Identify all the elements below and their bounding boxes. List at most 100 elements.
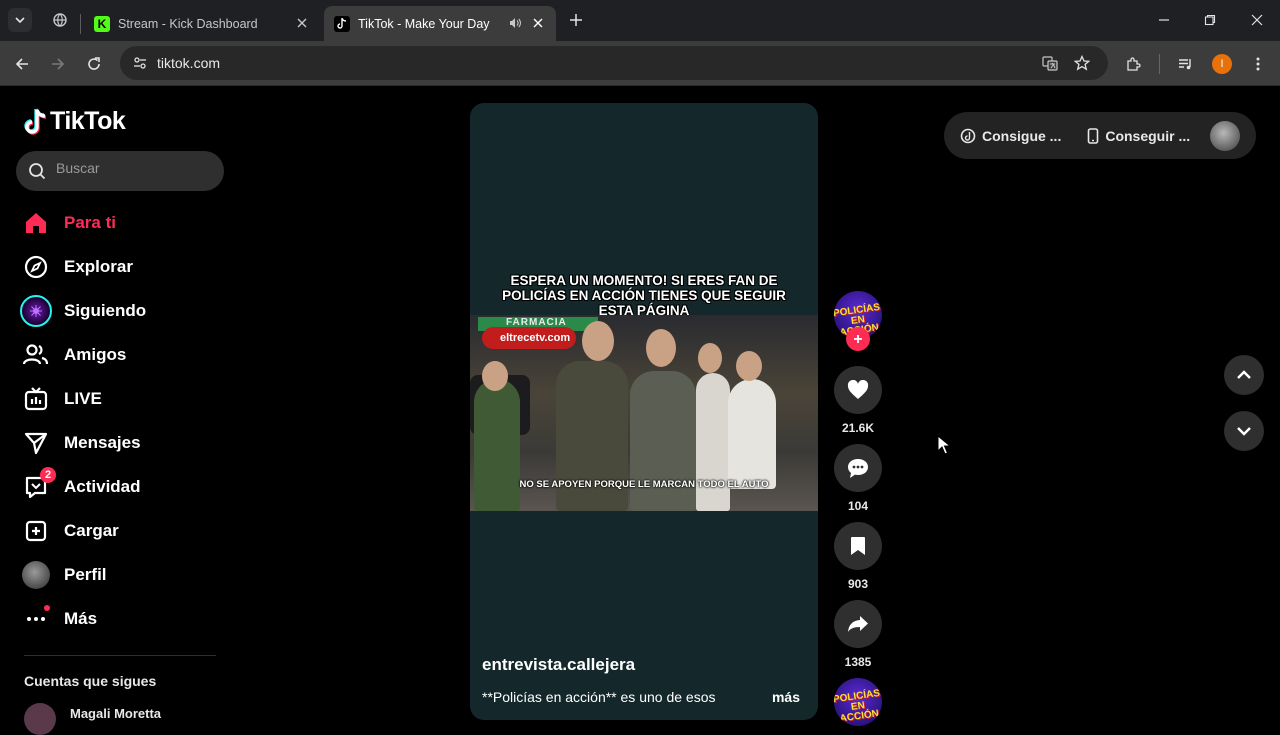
address-bar[interactable]: tiktok.com — [120, 46, 1108, 80]
sidebar-divider — [24, 655, 216, 656]
tiktok-note-icon — [24, 107, 47, 135]
activity-icon: 2 — [20, 467, 56, 503]
nav-mas[interactable]: Más — [20, 601, 220, 637]
live-icon — [20, 383, 52, 415]
nav-mensajes[interactable]: Mensajes — [20, 425, 220, 461]
bookmark-star-icon[interactable] — [1070, 51, 1094, 75]
forward-button[interactable] — [46, 52, 70, 76]
get-coins-button[interactable]: Consigue ... — [960, 128, 1061, 144]
following-accounts-title: Cuentas que sigues — [24, 673, 157, 689]
share-button[interactable] — [834, 600, 882, 648]
speaker-icon[interactable] — [508, 16, 522, 33]
minimize-icon — [1159, 19, 1169, 21]
media-queue-icon — [1179, 59, 1191, 70]
video-subtitle: NO SE APOYEN PORQUE LE MARCAN TODO EL AU… — [519, 479, 769, 490]
more-icon — [20, 603, 52, 635]
notification-dot — [44, 605, 50, 611]
back-button[interactable] — [10, 52, 34, 76]
nav-perfil[interactable]: Perfil — [20, 557, 220, 593]
search-icon — [29, 163, 46, 180]
comment-button[interactable] — [834, 444, 882, 492]
reload-button[interactable] — [82, 52, 106, 76]
search-input[interactable] — [56, 160, 206, 176]
sound-disc-avatar[interactable]: POLICÍAS EN ACCIÓN — [834, 678, 882, 726]
kick-icon: K — [94, 15, 110, 32]
comment-count: 104 — [847, 499, 869, 513]
share-count: 1385 — [844, 655, 872, 669]
nav-live[interactable]: LIVE — [20, 381, 220, 417]
tab-title: TikTok - Make Your Day — [358, 16, 490, 31]
logo-wordmark: TikTok — [50, 107, 126, 135]
avatar — [24, 703, 56, 735]
nav-label: Explorar — [64, 257, 133, 276]
search-box[interactable] — [16, 151, 224, 191]
kebab-menu-icon — [1256, 57, 1260, 71]
browser-tab-bar: K Stream - Kick Dashboard TikTok - Make … — [0, 0, 1280, 41]
person-shape — [696, 373, 730, 511]
chevron-down-icon — [15, 17, 25, 24]
upload-icon — [20, 515, 52, 547]
site-info-icon[interactable] — [128, 51, 152, 75]
profile-avatar-icon — [20, 559, 52, 591]
nav-label: LIVE — [64, 389, 102, 408]
tab-search-button[interactable] — [8, 8, 32, 32]
close-tab-icon[interactable] — [530, 15, 546, 31]
tab-group-icon[interactable] — [48, 8, 72, 32]
translate-icon[interactable] — [1038, 51, 1062, 75]
nav-para-ti[interactable]: Para ti — [20, 205, 220, 241]
browser-toolbar: tiktok.com I — [0, 41, 1280, 86]
get-app-label: Conseguir ... — [1105, 127, 1191, 144]
nav-actividad[interactable]: 2 Actividad — [20, 467, 220, 505]
save-button[interactable] — [834, 522, 882, 570]
menu-button[interactable] — [1246, 52, 1270, 76]
nav-label: Para ti — [64, 213, 116, 232]
tiktok-logo[interactable]: TikTok — [24, 107, 126, 136]
restore-icon — [1204, 14, 1216, 26]
tiktok-icon — [334, 15, 350, 32]
tab-kick-dashboard[interactable]: K Stream - Kick Dashboard — [84, 6, 320, 41]
video-player[interactable]: ESPERA UN MOMENTO! SI ERES FAN DE POLICÍ… — [470, 103, 818, 720]
get-app-button[interactable]: Conseguir ... — [1087, 128, 1190, 144]
next-video-button[interactable] — [1224, 411, 1264, 451]
like-button[interactable] — [834, 366, 882, 414]
following-user-item[interactable]: Magali Moretta — [24, 703, 161, 735]
video-author[interactable]: entrevista.callejera — [482, 655, 635, 675]
close-window-button[interactable] — [1245, 8, 1269, 32]
more-button[interactable]: más — [772, 689, 800, 705]
person-shape — [728, 379, 776, 489]
profile-avatar: I — [1212, 54, 1232, 74]
restore-button[interactable] — [1198, 8, 1222, 32]
nav-cargar[interactable]: Cargar — [20, 513, 220, 549]
close-tab-icon[interactable] — [294, 15, 310, 31]
following-user-name: Magali Moretta — [70, 705, 162, 721]
minimize-button[interactable] — [1152, 8, 1176, 32]
head-shape — [646, 329, 676, 367]
tab-tiktok[interactable]: TikTok - Make Your Day — [324, 6, 556, 41]
head-shape — [698, 343, 722, 373]
notification-badge: 2 — [40, 467, 56, 483]
nav-siguiendo[interactable]: Siguiendo — [20, 293, 220, 329]
head-shape — [736, 351, 762, 381]
nav-label: Perfil — [64, 565, 107, 584]
home-icon — [20, 207, 52, 239]
extensions-button[interactable] — [1121, 52, 1145, 76]
arrow-left-icon — [15, 58, 28, 70]
head-shape — [582, 321, 614, 361]
avatar[interactable] — [1210, 121, 1240, 151]
get-app-pill: Consigue ... Conseguir ... — [944, 112, 1256, 159]
mouse-cursor-icon — [937, 435, 951, 455]
tab-separator — [80, 14, 81, 34]
media-control-button[interactable] — [1173, 52, 1197, 76]
chevron-down-icon — [1237, 427, 1251, 436]
nav-explorar[interactable]: Explorar — [20, 249, 220, 285]
person-shape — [474, 379, 520, 511]
nav-label: Mensajes — [64, 433, 141, 452]
follow-button[interactable] — [846, 327, 870, 351]
new-tab-button[interactable] — [566, 10, 586, 30]
previous-video-button[interactable] — [1224, 355, 1264, 395]
arrow-right-icon — [52, 58, 65, 70]
nav-amigos[interactable]: Amigos — [20, 337, 220, 373]
nav-label: Actividad — [64, 477, 141, 496]
globe-icon — [53, 13, 67, 27]
profile-button[interactable]: I — [1210, 52, 1234, 76]
